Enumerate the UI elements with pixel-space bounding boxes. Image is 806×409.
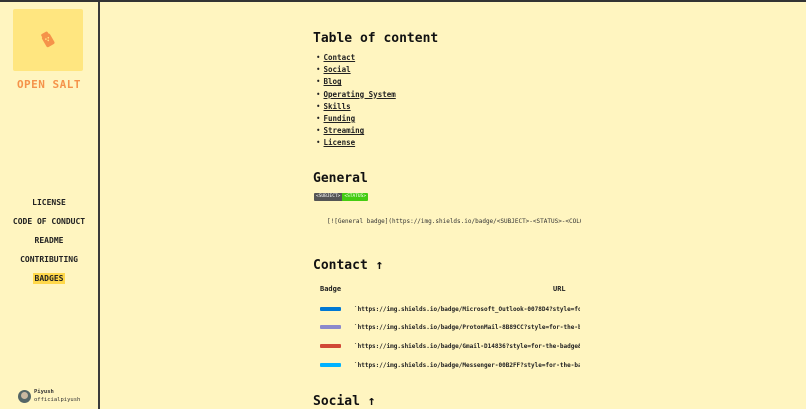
table-row: `https://img.shields.io/badge/Microsoft_… [320,304,580,314]
logo-title: OPEN SALT [16,78,82,91]
general-code: [![General badge](https://img.shields.io… [327,218,581,225]
toc-link-skills[interactable]: Skills [324,102,351,111]
nav-item-code-of-conduct[interactable]: CODE OF CONDUCT [0,216,98,235]
user-name: Piyush [34,389,54,395]
column-header-badge: Badge [320,285,342,293]
arrow-up-icon[interactable]: ↑ [368,394,376,409]
badge-url: `https://img.shields.io/badge/Gmail-D148… [354,342,580,350]
table-row: `https://img.shields.io/badge/Messenger-… [320,360,580,370]
nav-item-contributing[interactable]: CONTRIBUTING [0,254,98,273]
toc-link-blog[interactable]: Blog [324,77,342,86]
badge-status: <STATUS> [342,193,369,201]
user-profile[interactable]: Piyush officialpiyush [18,388,80,404]
badge-url: `https://img.shields.io/badge/Messenger-… [354,361,580,369]
list-item: Contact [316,52,396,64]
protonmail-badge [320,325,341,329]
sidebar: OPEN SALT LICENSE CODE OF CONDUCT README… [0,2,100,409]
general-title: General [313,171,368,186]
avatar [18,389,31,403]
badge-subject: <SUBJECT> [314,193,343,201]
toc-link-operating-system[interactable]: Operating System [324,90,396,99]
list-item: Blog [316,76,396,88]
toc-link-social[interactable]: Social [324,65,351,74]
list-item: Funding [316,113,396,125]
social-title: Social ↑ [313,394,376,409]
logo[interactable] [13,9,83,71]
contact-title: Contact ↑ [313,258,384,273]
salt-shaker-icon [41,31,55,48]
toc-link-streaming[interactable]: Streaming [324,126,365,135]
toc-link-contact[interactable]: Contact [324,53,356,62]
sidebar-nav: LICENSE CODE OF CONDUCT README CONTRIBUT… [0,197,98,292]
list-item: Operating System [316,89,396,101]
list-item: License [316,137,396,149]
general-badge: <SUBJECT> <STATUS> [314,193,369,201]
list-item: Social [316,64,396,76]
list-item: Streaming [316,125,396,137]
toc-link-funding[interactable]: Funding [324,114,356,123]
toc-list: Contact Social Blog Operating System Ski… [316,52,396,150]
table-row: `https://img.shields.io/badge/Gmail-D148… [320,341,580,351]
arrow-up-icon[interactable]: ↑ [376,258,384,273]
toc-title: Table of content [313,31,439,46]
messenger-badge [320,363,341,367]
toc-link-license[interactable]: License [324,138,356,147]
main-content: Table of content Contact Social Blog Ope… [313,2,803,409]
user-handle: officialpiyush [34,397,81,403]
nav-item-readme[interactable]: README [0,235,98,254]
nav-item-license[interactable]: LICENSE [0,197,98,216]
gmail-badge [320,344,341,348]
nav-item-badges[interactable]: BADGES [0,273,98,292]
badge-url: `https://img.shields.io/badge/Microsoft_… [354,305,580,313]
badge-url: `https://img.shields.io/badge/ProtonMail… [354,323,580,331]
list-item: Skills [316,101,396,113]
table-row: `https://img.shields.io/badge/ProtonMail… [320,322,580,332]
outlook-badge [320,307,341,311]
column-header-url: URL [553,285,566,293]
